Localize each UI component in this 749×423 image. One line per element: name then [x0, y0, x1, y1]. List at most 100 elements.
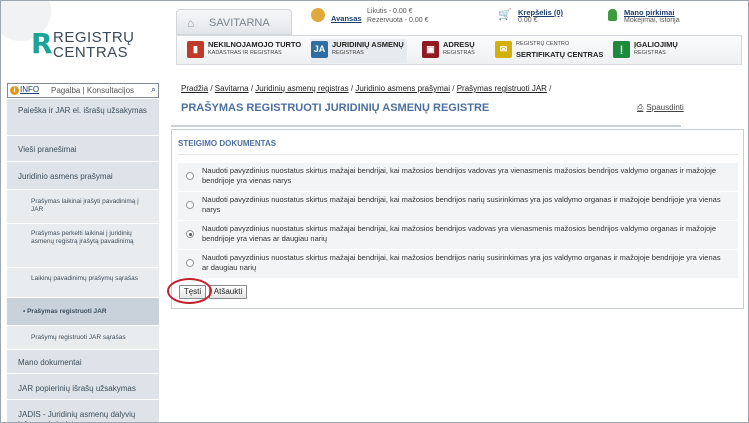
tab-real-estate[interactable]: ▮ NEKILNOJAMOJO TURTO KADASTRAS IR REGIS…: [187, 39, 301, 63]
search-box[interactable]: i INFO Pagalba | Konsultacijos ⌕: [7, 83, 159, 98]
advance-reserved: Rezervuota - 0.00 €: [367, 17, 429, 24]
header: ⌂ SAVITARNA Avansas Likutis - 0.00 € Rez…: [176, 4, 748, 67]
tab-sub: REGISTRAS: [443, 50, 475, 56]
tab-sub: REGISTRŲ CENTRO: [516, 41, 570, 47]
option-text: Naudoti pavyzdinius nuostatus skirtus ma…: [202, 195, 721, 214]
sidebar-item-search-jar[interactable]: Paieška ir JAR el. išrašų užsakymas: [7, 98, 159, 135]
cart-link[interactable]: Krepšelis (0): [518, 8, 563, 17]
purchases-sub: Mokėjimai, istorija: [624, 17, 680, 24]
sidebar-item-label: JADIS - Juridinių asmenų dalyvių informa…: [18, 410, 136, 422]
breadcrumb-sep: /: [546, 84, 552, 93]
sidebar-item-jadis[interactable]: JADIS - Juridinių asmenų dalyvių informa…: [7, 399, 159, 422]
breadcrumb-home[interactable]: Pradžia: [181, 84, 208, 93]
highlight-circle: [167, 278, 212, 304]
breadcrumb: Pradžia / Savitarna / Juridinių asmenų r…: [181, 84, 551, 93]
printer-icon: ⎙: [637, 103, 644, 112]
tab-title: SERTIFIKATŲ CENTRAS: [516, 50, 604, 59]
breadcrumb-requests[interactable]: Juridinio asmens prašymai: [355, 84, 450, 93]
print-link[interactable]: ⎙ Spausdinti: [637, 103, 684, 113]
home-tab[interactable]: ⌂ SAVITARNA: [176, 9, 292, 35]
sidebar-item-label: Paieška ir JAR el. išrašų užsakymas: [18, 106, 147, 115]
search-icon[interactable]: ⌕: [151, 84, 156, 95]
logo-mark-icon: R: [31, 27, 53, 60]
sidebar-item-label: Vieši pranešimai: [18, 145, 77, 154]
consult-link[interactable]: Konsultacijos: [87, 86, 134, 95]
option-row[interactable]: Naudoti pavyzdinius nuostatus skirtus ma…: [178, 192, 738, 220]
tab-authorizations[interactable]: Į ĮGALIOJIMŲ REGISTRAS: [613, 39, 683, 63]
sidebar-subitem-register-list[interactable]: Prašymų registruoti JAR sąrašas: [7, 325, 159, 349]
sidebar-item-label: Mano dokumentai: [18, 358, 82, 367]
cancel-button[interactable]: Atšaukti: [209, 285, 247, 299]
tab-certificates[interactable]: ✉ SERTIFIKATŲ CENTRAS REGISTRŲ CENTRO: [495, 39, 604, 63]
sidebar-item-label: Juridinio asmens prašymai: [18, 172, 113, 181]
section-divider: [178, 154, 738, 155]
authorization-icon: Į: [613, 41, 630, 58]
info-icon: i: [10, 86, 19, 95]
tab-title: NEKILNOJAMOJO TURTO: [208, 40, 302, 49]
section-title: STEIGIMO DOKUMENTAS: [178, 139, 277, 148]
page-title: PRAŠYMAS REGISTRUOTI JURIDINIŲ ASMENŲ RE…: [181, 102, 490, 114]
breadcrumb-savitarna[interactable]: Savitarna: [215, 84, 249, 93]
coins-icon: [311, 8, 325, 22]
radio-button[interactable]: [186, 201, 194, 209]
certificate-icon: ✉: [495, 41, 512, 58]
sidebar-subitem-temporary-name[interactable]: Prašymas laikinai įrašyti pavadinimą į J…: [7, 189, 159, 223]
registry-tabs: ▮ NEKILNOJAMOJO TURTO KADASTRAS IR REGIS…: [176, 35, 742, 65]
tab-addresses[interactable]: ▣ ADRESŲ REGISTRAS: [422, 39, 482, 63]
page-frame: R REGISTRŲ CENTRAS ⌂ SAVITARNA Avansas L…: [0, 0, 749, 423]
info-link[interactable]: i INFO: [10, 85, 39, 95]
sidebar-subitem-transfer-name[interactable]: Prašymas perkelti laikinai į juridinių a…: [7, 223, 159, 267]
sidebar-item-label: Prašymas laikinai įrašyti pavadinimą į J…: [31, 198, 139, 213]
radio-button[interactable]: [186, 172, 194, 180]
info-label: INFO: [20, 85, 40, 94]
sidebar-item-legal-entity-requests[interactable]: Juridinio asmens prašymai: [7, 161, 159, 189]
legal-entities-icon: JA: [311, 41, 328, 58]
radio-button[interactable]: [186, 259, 194, 267]
sidebar: i INFO Pagalba | Konsultacijos ⌕ Paieška …: [7, 83, 159, 422]
sidebar-item-public-notices[interactable]: Vieši pranešimai: [7, 135, 159, 161]
founding-document-form: STEIGIMO DOKUMENTAS Naudoti pavyzdinius …: [171, 129, 744, 309]
sidebar-item-my-documents[interactable]: Mano dokumentai: [7, 349, 159, 373]
tab-sub: REGISTRAS: [634, 50, 666, 56]
breadcrumb-registry[interactable]: Juridinių asmenų registras: [255, 84, 348, 93]
address-icon: ▣: [422, 41, 439, 58]
advance-balance: Likutis - 0.00 €: [367, 8, 413, 15]
tab-legal-entities[interactable]: JA JURIDINIŲ ASMENŲ REGISTRAS: [311, 39, 407, 63]
breadcrumb-sep: /: [208, 84, 215, 93]
search-links: Pagalba | Konsultacijos: [51, 86, 135, 95]
title-divider: [171, 125, 681, 127]
cart-icon: 🛒: [498, 9, 512, 21]
option-row[interactable]: Naudoti pavyzdinius nuostatus skirtus ma…: [178, 163, 738, 191]
tab-title: JURIDINIŲ ASMENŲ: [332, 40, 404, 49]
breadcrumb-sep: /: [450, 84, 457, 93]
building-icon: ▮: [187, 41, 204, 58]
print-label: Spausdinti: [646, 103, 684, 112]
sidebar-item-label: JAR popierinių išrašų užsakymas: [18, 384, 136, 393]
option-row[interactable]: Naudoti pavyzdinius nuostatus skirtus ma…: [178, 221, 738, 249]
home-icon: ⌂: [187, 16, 195, 30]
sidebar-subitem-register-jar[interactable]: • Prašymas registruoti JAR: [7, 297, 159, 325]
advance-link[interactable]: Avansas: [331, 14, 362, 23]
sidebar-item-label: Prašymų registruoti JAR sąrašas: [31, 334, 126, 341]
purchases-link[interactable]: Mano pirkimai: [624, 8, 674, 17]
sidebar-item-label: Laikinų pavadinimų prašymų sąrašas: [31, 275, 138, 282]
help-link[interactable]: Pagalba: [51, 86, 80, 95]
home-label: SAVITARNA: [209, 17, 270, 29]
logo[interactable]: R REGISTRŲ CENTRAS: [31, 25, 141, 65]
user-icon: [608, 9, 617, 21]
sidebar-subitem-temporary-list[interactable]: Laikinų pavadinimų prašymų sąrašas: [7, 267, 159, 297]
logo-line2: CENTRAS: [53, 44, 129, 61]
breadcrumb-current[interactable]: Prašymas registruoti JAR: [457, 84, 547, 93]
option-text: Naudoti pavyzdinius nuostatus skirtus ma…: [202, 166, 716, 185]
option-text: Naudoti pavyzdinius nuostatus skirtus ma…: [202, 224, 716, 243]
sidebar-item-label: Prašymas perkelti laikinai į juridinių a…: [31, 230, 134, 245]
sidebar-item-label: • Prašymas registruoti JAR: [23, 308, 107, 315]
option-row[interactable]: Naudoti pavyzdinius nuostatus skirtus ma…: [178, 250, 738, 278]
tab-sub: REGISTRAS: [332, 50, 364, 56]
cart-amount: 0.00 €: [518, 17, 538, 24]
tab-title: ADRESŲ: [443, 40, 475, 49]
tab-title: ĮGALIOJIMŲ: [634, 40, 678, 49]
sidebar-item-paper-extracts[interactable]: JAR popierinių išrašų užsakymas: [7, 373, 159, 399]
option-text: Naudoti pavyzdinius nuostatus skirtus ma…: [202, 253, 721, 272]
radio-button-selected[interactable]: [186, 230, 194, 238]
